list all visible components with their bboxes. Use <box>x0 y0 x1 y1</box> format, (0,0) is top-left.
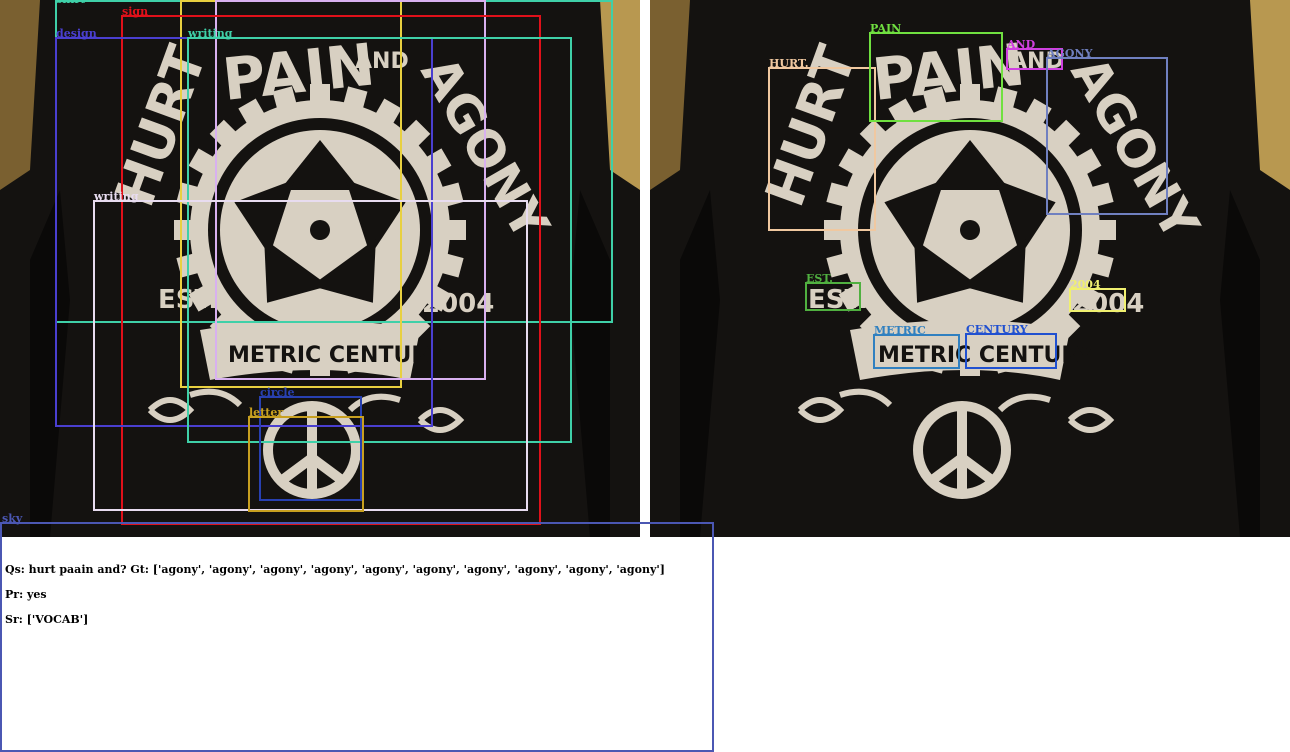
ocr-box-year <box>1069 288 1126 312</box>
ocr-box-metric <box>873 334 960 369</box>
prediction-text: Pr: yes <box>5 588 47 601</box>
source-text: Sr: ['VOCAB'] <box>5 613 89 626</box>
ocr-label-century: CENTURY <box>966 323 1028 336</box>
ocr-box-pain <box>869 32 1003 122</box>
label-circle: circle <box>260 386 295 399</box>
ocr-box-est <box>805 282 861 311</box>
ocr-label-hurt: HURT. <box>769 57 809 70</box>
ocr-label-year: 2004 <box>1070 278 1101 291</box>
right-annotated-photo: HURT PAIN AND AGONY EST. 2004 METRIC CEN… <box>650 0 1290 537</box>
label-writing-a: writing <box>188 27 233 40</box>
ocr-label-agony: AGONY <box>1047 47 1093 60</box>
label-design: design <box>56 27 97 40</box>
label-sign: sign <box>122 5 149 18</box>
ocr-box-agony <box>1046 57 1168 215</box>
question-text: Qs: hurt paain and? Gt: ['agony', 'agony… <box>5 563 665 576</box>
ocr-label-metric: METRIC <box>874 324 926 337</box>
label-writing-b: writing <box>94 190 139 203</box>
box-sky <box>0 522 714 752</box>
label-sky: sky <box>2 512 23 525</box>
label-letter: letter <box>249 406 284 419</box>
label-shirt: shirt <box>56 0 85 5</box>
box-letter <box>248 416 364 512</box>
ocr-label-and: AND <box>1007 38 1036 51</box>
ocr-label-est: EST. <box>806 272 833 285</box>
ocr-label-pain: PAIN <box>870 22 902 35</box>
ocr-box-century <box>965 333 1057 369</box>
ocr-box-hurt <box>768 67 876 231</box>
left-annotated-photo: HURT PAIN AND AGONY EST. 2004 METRIC CEN… <box>0 0 640 537</box>
